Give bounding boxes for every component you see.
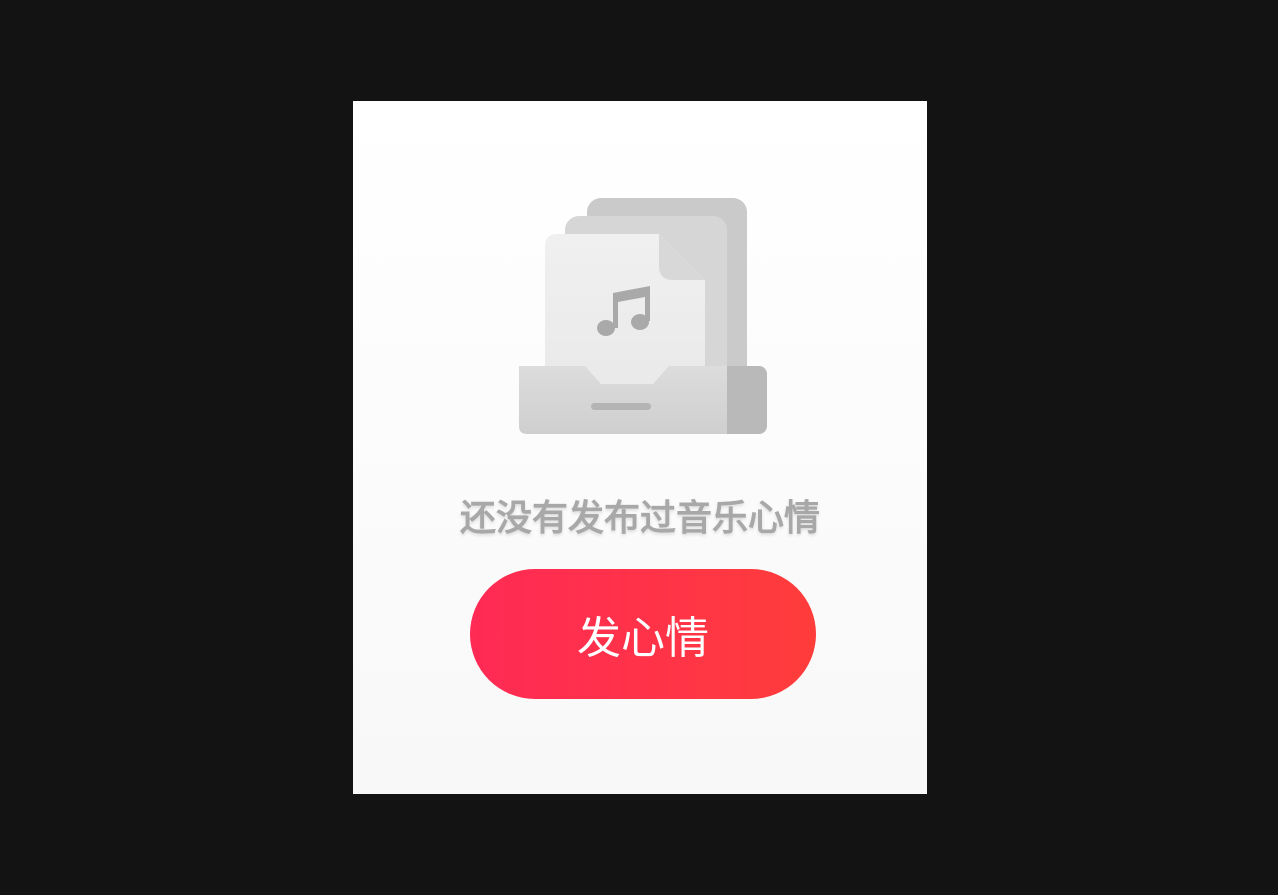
music-file-inbox-icon bbox=[513, 196, 769, 436]
post-mood-button[interactable]: 发心情 bbox=[470, 569, 816, 699]
empty-state-panel: 还没有发布过音乐心情 发心情 bbox=[353, 101, 927, 794]
empty-state-message: 还没有发布过音乐心情 bbox=[459, 498, 820, 539]
